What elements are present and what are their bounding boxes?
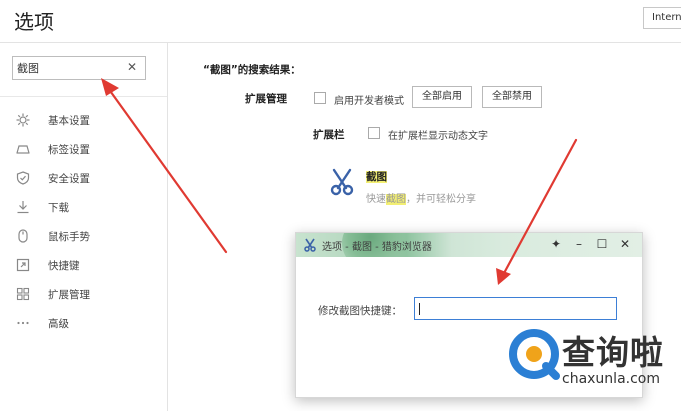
shield-icon <box>16 171 30 185</box>
show-dynamic-text-checkbox[interactable] <box>368 127 380 139</box>
page-title: 选项 <box>14 10 54 34</box>
sidebar: ✕ 基本设置 标签设置 安全设置 <box>0 43 168 411</box>
watermark-logo: 查询啦 chaxunla.com <box>506 320 681 411</box>
dev-mode-checkbox[interactable] <box>314 92 326 104</box>
dev-mode-label: 启用开发者模式 <box>334 96 404 107</box>
search-input[interactable] <box>17 60 121 76</box>
mouse-icon <box>18 229 28 243</box>
sidebar-item-label: 下载 <box>48 202 69 214</box>
sidebar-item-label: 高级 <box>48 318 69 330</box>
dialog-titlebar[interactable]: 选项 - 截图 - 猎豹浏览器 ✦ – ☐ ✕ <box>296 233 642 257</box>
sidebar-item-basic[interactable]: 基本设置 <box>0 109 167 133</box>
options-page: 选项 Intern ✕ 基本设置 标签设置 <box>0 0 681 411</box>
sidebar-item-label: 安全设置 <box>48 173 90 185</box>
enable-all-button[interactable]: 全部启用 <box>412 86 472 108</box>
shortcut-input[interactable] <box>414 297 617 320</box>
sidebar-item-extensions[interactable]: 扩展管理 <box>0 283 167 307</box>
disable-all-button[interactable]: 全部禁用 <box>482 86 542 108</box>
show-dynamic-text-label: 在扩展栏显示动态文字 <box>388 131 488 142</box>
sidebar-item-mouse-gestures[interactable]: 鼠标手势 <box>0 225 167 249</box>
sidebar-item-download[interactable]: 下载 <box>0 196 167 220</box>
description-highlight: 截图 <box>386 194 406 205</box>
extension-bar-label: 扩展栏 <box>313 129 345 141</box>
sidebar-item-advanced[interactable]: 高级 <box>0 312 167 336</box>
extension-name: 截图 <box>366 169 387 184</box>
maximize-icon[interactable]: ☐ <box>593 235 611 253</box>
sidebar-item-shortcuts[interactable]: 快捷键 <box>0 254 167 278</box>
sidebar-item-tabs[interactable]: 标签设置 <box>0 138 167 162</box>
gear-icon <box>16 113 30 127</box>
more-icon <box>17 321 29 325</box>
sidebar-item-label: 快捷键 <box>48 260 80 272</box>
download-icon <box>17 201 29 214</box>
logo-q-icon <box>509 329 560 380</box>
close-icon[interactable]: ✕ <box>616 235 634 253</box>
minimize-icon[interactable]: – <box>570 235 588 253</box>
tab-icon <box>16 145 30 154</box>
sidebar-item-security[interactable]: 安全设置 <box>0 167 167 191</box>
watermark-text: 查询啦 <box>562 333 664 372</box>
text-caret <box>419 303 420 315</box>
search-box[interactable]: ✕ <box>12 56 146 80</box>
dialog-title: 选项 - 截图 - 猎豹浏览器 <box>322 242 432 253</box>
sidebar-divider <box>0 96 167 97</box>
sidebar-item-label: 标签设置 <box>48 144 90 156</box>
scissors-icon <box>330 168 354 196</box>
clear-search-icon[interactable]: ✕ <box>127 60 137 74</box>
shortcut-field-label: 修改截图快捷键： <box>318 305 402 317</box>
sidebar-item-label: 扩展管理 <box>48 289 90 301</box>
description-suffix: ，并可轻松分享 <box>406 194 476 205</box>
sidebar-item-label: 基本设置 <box>48 115 90 127</box>
shortcut-icon <box>16 258 30 272</box>
extension-description: 快速截图，并可轻松分享 <box>366 190 476 205</box>
dialog-scissors-icon <box>304 238 316 252</box>
search-results-title: “截图”的搜索结果： <box>203 64 301 76</box>
sidebar-item-label: 鼠标手势 <box>48 231 90 243</box>
extension-management-label: 扩展管理 <box>245 93 287 105</box>
pin-icon[interactable]: ✦ <box>547 235 565 253</box>
internet-button[interactable]: Intern <box>643 7 681 29</box>
description-prefix: 快速 <box>366 194 386 205</box>
watermark-url: chaxunla.com <box>562 371 660 387</box>
extension-name-highlight: 截图 <box>366 171 387 183</box>
extensions-icon <box>16 287 30 301</box>
